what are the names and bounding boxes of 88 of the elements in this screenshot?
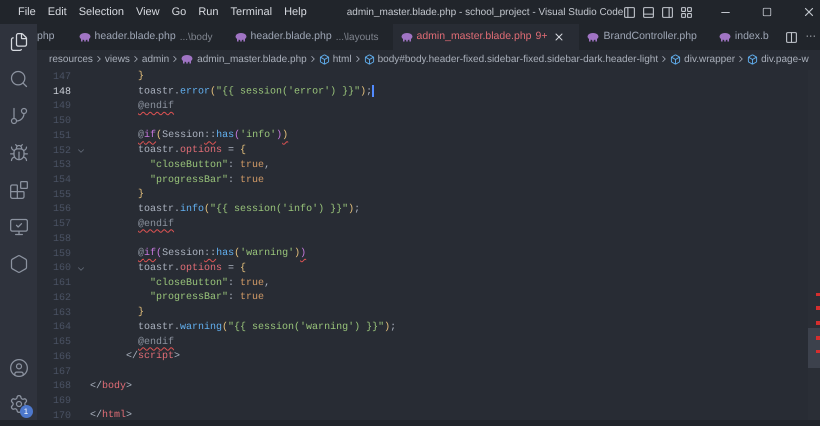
notification-badge: 1 — [20, 405, 32, 418]
close-tab-icon[interactable] — [553, 31, 566, 43]
error-marker — [816, 321, 820, 325]
breadcrumb-item[interactable]: html — [332, 52, 352, 66]
code-line: "closeButton": true, — [149, 276, 270, 291]
more-actions-button[interactable]: ··· — [806, 29, 816, 45]
hexagon-icon[interactable] — [8, 254, 28, 274]
menu-item[interactable]: Go — [166, 4, 192, 20]
explorer-icon[interactable] — [8, 32, 28, 52]
line-number: 148 — [52, 86, 71, 100]
code-line: @endif — [137, 336, 174, 350]
breadcrumb-item[interactable]: views — [104, 52, 130, 66]
tab-label: php — [37, 29, 55, 44]
account-icon[interactable] — [8, 358, 28, 378]
window-title: admin_master.blade.php - school_project - Visual Studio Code — [346, 6, 624, 20]
editor-tab[interactable]: index.b — [710, 24, 771, 50]
code-line: "progressBar": true — [149, 174, 264, 188]
code-line: toastr.warning("{{ session('warning') }}"); — [137, 320, 396, 335]
php-file-icon — [234, 32, 247, 42]
breadcrumb-item[interactable]: resources — [49, 52, 93, 66]
tab-label: admin_master.blade.php — [416, 29, 532, 44]
text-cursor — [372, 84, 374, 97]
code-line: @if(Session::has('info')) — [137, 129, 288, 144]
code-line: "progressBar": true — [149, 291, 264, 306]
error-marker — [816, 350, 820, 353]
error-marker — [816, 306, 820, 310]
tab-path: ...\body — [180, 30, 213, 44]
error-marker — [816, 293, 820, 296]
breadcrumb-item[interactable]: div.page-w — [761, 52, 809, 66]
code-line: } — [137, 188, 144, 202]
code-line: toastr.info("{{ session('info') }}"); — [137, 202, 360, 217]
error-marker — [816, 336, 820, 340]
code-line: </html> — [90, 409, 132, 424]
code-line: @endif — [137, 100, 174, 114]
menu-item[interactable]: Selection — [72, 4, 130, 20]
menu-item[interactable]: Help — [278, 4, 313, 20]
source-control-icon[interactable] — [8, 106, 28, 126]
php-file-icon — [400, 32, 412, 42]
breadcrumb-item[interactable]: admin — [142, 52, 170, 66]
run-debug-icon[interactable] — [8, 143, 28, 163]
element-icon — [318, 54, 330, 64]
maximize-icon[interactable] — [762, 7, 772, 17]
php-file-icon — [718, 32, 731, 42]
toggle-sidebar-icon[interactable] — [623, 6, 636, 18]
code-line: "closeButton": true, — [149, 158, 270, 173]
breadcrumb-item[interactable]: admin_master.blade.php — [197, 52, 307, 66]
menu-item[interactable]: Edit — [42, 4, 73, 20]
tab-label: header.blade.php — [250, 29, 332, 44]
extensions-icon[interactable] — [8, 180, 28, 200]
menu-item[interactable]: View — [130, 4, 166, 20]
tab-path: ...\layouts — [336, 30, 378, 44]
php-file-icon — [587, 32, 600, 42]
menu-item[interactable]: Run — [192, 4, 224, 20]
editor-tab[interactable]: header.blade.php ...\body — [70, 24, 227, 50]
toggle-panel-icon[interactable] — [642, 6, 656, 18]
editor-tab[interactable]: admin_master.blade.php 9+ — [392, 24, 580, 50]
code-line: @endif — [137, 218, 174, 232]
editor-tab[interactable]: php — [37, 24, 71, 50]
remote-explorer-icon[interactable] — [8, 217, 28, 237]
breadcrumb-item[interactable]: div.wrapper — [684, 52, 736, 66]
code-line: @if(Session::has('warning')) — [137, 247, 306, 262]
scrollbar-thumb[interactable] — [808, 328, 820, 368]
php-file-icon — [78, 32, 91, 42]
toggle-secondary-sidebar-icon[interactable] — [661, 6, 674, 18]
split-editor-icon[interactable] — [784, 30, 798, 44]
code-line: toastr.error("{{ session('error') }}"); — [137, 84, 374, 100]
breadcrumb-item[interactable]: body#body.header-fixed.sidebar-fixed.sidebar-dark.header-light — [378, 52, 658, 66]
problem-count: 9+ — [536, 29, 548, 44]
editor-tab[interactable]: header.blade.php ...\layouts — [226, 24, 392, 50]
element-icon — [747, 54, 758, 64]
menu-item[interactable]: Terminal — [224, 4, 278, 20]
code-line: toastr.options = { — [137, 262, 246, 276]
tab-label: index.b — [734, 29, 769, 44]
code-line: } — [137, 306, 144, 320]
element-icon — [364, 54, 375, 64]
settings-icon[interactable] — [8, 394, 28, 414]
php-file-icon — [181, 54, 194, 64]
code-line: toastr.options = { — [137, 144, 246, 158]
code-line: </body> — [90, 380, 132, 394]
element-icon — [670, 54, 682, 64]
menu-item[interactable]: File — [12, 4, 42, 20]
tab-label: header.blade.php — [94, 29, 176, 44]
layout-icon[interactable] — [680, 6, 694, 18]
code-line: </script> — [125, 350, 180, 364]
code-line: } — [137, 70, 144, 84]
editor-tab[interactable]: BrandController.php — [579, 24, 711, 50]
search-icon[interactable] — [8, 69, 28, 89]
tab-label: BrandController.php — [603, 29, 697, 44]
